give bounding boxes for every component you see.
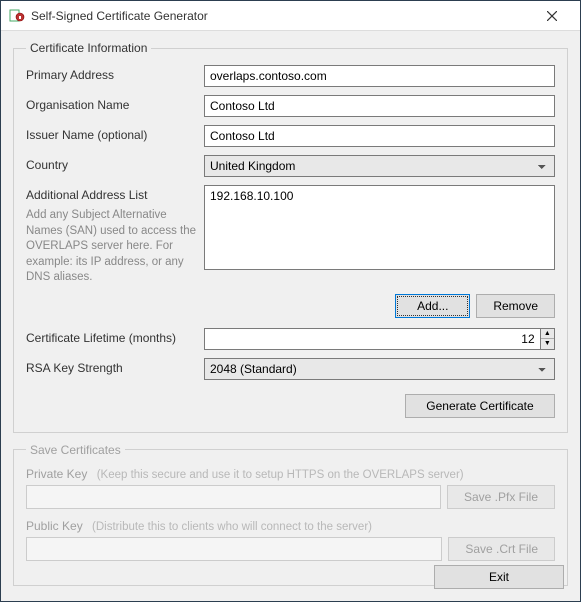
org-name-input[interactable]: [204, 95, 555, 117]
issuer-name-label: Issuer Name (optional): [26, 125, 196, 142]
close-button[interactable]: [532, 2, 572, 30]
private-key-hint: (Keep this secure and use it to setup HT…: [97, 469, 464, 481]
remove-button[interactable]: Remove: [476, 294, 555, 318]
exit-button[interactable]: Exit: [434, 565, 564, 589]
private-key-input: [26, 485, 441, 509]
private-key-label: Private Key: [26, 467, 87, 481]
primary-address-input[interactable]: [204, 65, 555, 87]
spinner-down-icon[interactable]: ▼: [541, 339, 554, 349]
save-certificates-legend: Save Certificates: [26, 443, 125, 457]
primary-address-label: Primary Address: [26, 65, 196, 82]
country-select[interactable]: United Kingdom: [204, 155, 555, 177]
generate-certificate-button[interactable]: Generate Certificate: [405, 394, 555, 418]
public-key-input: [26, 537, 442, 561]
add-button[interactable]: Add...: [395, 294, 470, 318]
addr-list-label: Additional Address List: [26, 185, 196, 202]
save-crt-button: Save .Crt File: [448, 537, 555, 561]
titlebar: Self-Signed Certificate Generator: [1, 1, 580, 31]
rsa-label: RSA Key Strength: [26, 358, 196, 375]
lifetime-input[interactable]: [204, 328, 540, 350]
org-name-label: Organisation Name: [26, 95, 196, 112]
close-icon: [547, 11, 557, 21]
public-key-hint: (Distribute this to clients who will con…: [92, 521, 372, 533]
save-pfx-button: Save .Pfx File: [447, 485, 555, 509]
rsa-select[interactable]: 2048 (Standard): [204, 358, 555, 380]
content-area: Certificate Information Primary Address …: [1, 31, 580, 601]
certificate-info-legend: Certificate Information: [26, 41, 151, 55]
certificate-info-group: Certificate Information Primary Address …: [13, 41, 568, 433]
window-title: Self-Signed Certificate Generator: [31, 9, 532, 23]
spinner-up-icon[interactable]: ▲: [541, 329, 554, 340]
lifetime-label: Certificate Lifetime (months): [26, 328, 196, 345]
country-label: Country: [26, 155, 196, 172]
app-icon: [9, 8, 25, 24]
lifetime-spinner[interactable]: ▲ ▼: [540, 328, 555, 350]
addr-list-helper: Add any Subject Alternative Names (SAN) …: [26, 208, 196, 286]
issuer-name-input[interactable]: [204, 125, 555, 147]
public-key-label: Public Key: [26, 519, 83, 533]
addr-list-textarea[interactable]: 192.168.10.100: [204, 185, 555, 270]
